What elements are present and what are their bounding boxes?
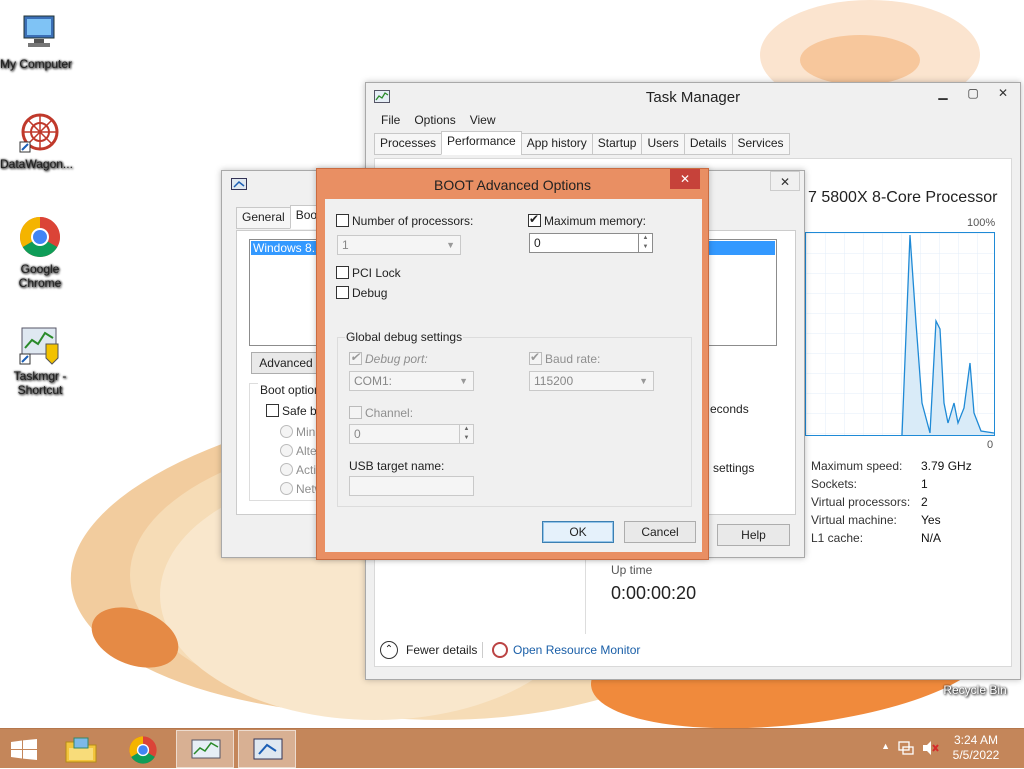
cancel-button[interactable]: Cancel — [624, 521, 696, 543]
show-hidden-icons-chevron-icon[interactable]: ▲ — [881, 741, 890, 751]
start-button[interactable] — [0, 730, 50, 768]
task-manager-menubar: File Options View — [374, 111, 503, 129]
chevron-down-icon: ▼ — [459, 376, 468, 386]
minimize-button[interactable]: ▁ — [928, 83, 958, 103]
tab-general[interactable]: General — [236, 207, 291, 229]
channel-checkbox[interactable]: Channel: — [349, 406, 413, 420]
debug-port-select[interactable]: COM1: ▼ — [349, 371, 474, 391]
safe-boot-radio-alternate[interactable]: Alter — [280, 444, 321, 458]
timeout-seconds-label: econds — [710, 402, 749, 416]
recycle-bin-label[interactable]: Recycle Bin — [930, 683, 1020, 697]
taskbar-chrome[interactable] — [114, 730, 172, 768]
tab-startup[interactable]: Startup — [591, 133, 643, 155]
task-manager-title: Task Manager — [645, 89, 741, 106]
usb-target-name-input[interactable] — [349, 476, 474, 496]
tab-performance[interactable]: Performance — [441, 131, 522, 155]
desktop-icon-datawagon[interactable]: DataWagon... — [0, 110, 80, 171]
resource-monitor-icon — [492, 642, 508, 658]
make-permanent-settings-label: settings — [713, 461, 755, 475]
tab-details[interactable]: Details — [683, 133, 733, 155]
help-button[interactable]: Help — [717, 524, 790, 546]
taskbar-file-explorer[interactable] — [52, 730, 110, 768]
desktop-icon-my-computer[interactable]: My Computer — [0, 10, 80, 71]
maximum-memory-checkbox[interactable]: Maximum memory: — [528, 212, 646, 228]
menu-view[interactable]: View — [463, 111, 503, 129]
tab-app-history[interactable]: App history — [520, 133, 593, 155]
folder-icon — [65, 737, 97, 763]
uptime-label: Up time — [611, 563, 653, 577]
boot-advanced-options-dialog: BOOT Advanced Options ✕ Number of proces… — [316, 168, 709, 560]
ok-button[interactable]: OK — [542, 521, 614, 543]
cpu-specs-values: 3.79 GHz 1 2 Yes N/A — [921, 459, 972, 545]
task-manager-icon — [191, 739, 221, 759]
tab-processes[interactable]: Processes — [374, 133, 443, 155]
boot-advanced-close-button[interactable]: ✕ — [670, 169, 700, 189]
pci-lock-checkbox[interactable]: PCI Lock — [336, 266, 401, 280]
msconfig-tabs: General Boot — [236, 205, 327, 229]
menu-file[interactable]: File — [374, 111, 407, 129]
boot-advanced-titlebar[interactable]: BOOT Advanced Options ✕ — [317, 169, 708, 197]
windows-logo-icon — [11, 739, 37, 760]
divider — [482, 642, 483, 658]
menu-options[interactable]: Options — [407, 111, 462, 129]
desktop-icon-google-chrome[interactable]: Google Chrome — [0, 215, 80, 290]
taskbar-system-configuration[interactable] — [238, 730, 296, 768]
channel-input[interactable]: 0 ▲ ▼ — [349, 424, 474, 444]
baud-rate-select[interactable]: 115200 ▼ — [529, 371, 654, 391]
cpu-specs-keys: Maximum speed: Sockets: Virtual processo… — [811, 459, 911, 545]
taskbar-task-manager[interactable] — [176, 730, 234, 768]
msconfig-app-icon — [231, 177, 247, 196]
taskbar: ▲ 3:24 AM 5/5/2022 — [0, 728, 1024, 768]
chrome-icon — [129, 736, 157, 764]
chevron-up-icon: ⌃ — [380, 641, 398, 659]
open-resource-monitor-link[interactable]: Open Resource Monitor — [492, 639, 640, 661]
uptime-value: 0:00:00:20 — [611, 583, 697, 603]
datawagon-icon — [18, 110, 62, 154]
desktop-icon-taskmgr-shortcut[interactable]: Taskmgr - Shortcut — [0, 322, 80, 397]
clock-date: 5/5/2022 — [952, 748, 1000, 762]
cpu-utilization-chart — [805, 232, 995, 436]
number-of-processors-checkbox[interactable]: Number of processors: — [336, 214, 473, 228]
chevron-down-icon: ▼ — [446, 240, 455, 250]
system-configuration-icon — [253, 738, 283, 760]
chart-max-label: 100% — [967, 217, 996, 229]
task-manager-titlebar[interactable]: Task Manager ▁ ▢ ✕ — [366, 83, 1020, 111]
tab-users[interactable]: Users — [641, 133, 685, 155]
close-button[interactable]: ✕ — [988, 83, 1018, 103]
cpu-name: 7 5800X 8-Core Processor — [808, 189, 998, 206]
chrome-icon — [18, 215, 62, 259]
tab-services[interactable]: Services — [731, 133, 790, 155]
safe-boot-checkbox[interactable]: Safe bo — [266, 404, 323, 418]
global-debug-settings-group: Global debug settings Debug port: COM1:▼… — [337, 330, 692, 507]
divider — [585, 554, 586, 634]
baud-rate-checkbox[interactable]: Baud rate: — [529, 350, 600, 366]
spin-buttons[interactable]: ▲ ▼ — [638, 234, 652, 252]
clock[interactable]: 3:24 AM 5/5/2022 — [948, 733, 1004, 763]
volume-muted-icon[interactable] — [922, 740, 940, 759]
debug-checkbox[interactable]: Debug — [336, 286, 387, 300]
maximize-button[interactable]: ▢ — [958, 83, 988, 103]
debug-port-checkbox[interactable]: Debug port: — [349, 350, 428, 366]
task-manager-tabs: Processes Performance App history Startu… — [374, 131, 790, 155]
fewer-details-link[interactable]: ⌃ Fewer details — [380, 639, 477, 661]
network-icon[interactable] — [898, 740, 914, 759]
boot-advanced-title: BOOT Advanced Options — [434, 177, 591, 193]
computer-icon — [18, 10, 62, 54]
msconfig-close-button[interactable]: ✕ — [770, 171, 800, 191]
taskmgr-shortcut-icon — [18, 322, 62, 366]
usb-target-name-label: USB target name: — [349, 459, 445, 473]
maximum-memory-input[interactable]: 0 ▲ ▼ — [529, 233, 653, 253]
chart-min-label: 0 — [987, 439, 994, 451]
number-of-processors-select[interactable]: 1 ▼ — [337, 235, 461, 255]
chevron-down-icon: ▼ — [639, 376, 648, 386]
spin-buttons[interactable]: ▲ ▼ — [459, 425, 473, 443]
clock-time: 3:24 AM — [953, 733, 999, 747]
boot-advanced-body: Number of processors: 1▼ Maximum memory:… — [325, 199, 702, 552]
